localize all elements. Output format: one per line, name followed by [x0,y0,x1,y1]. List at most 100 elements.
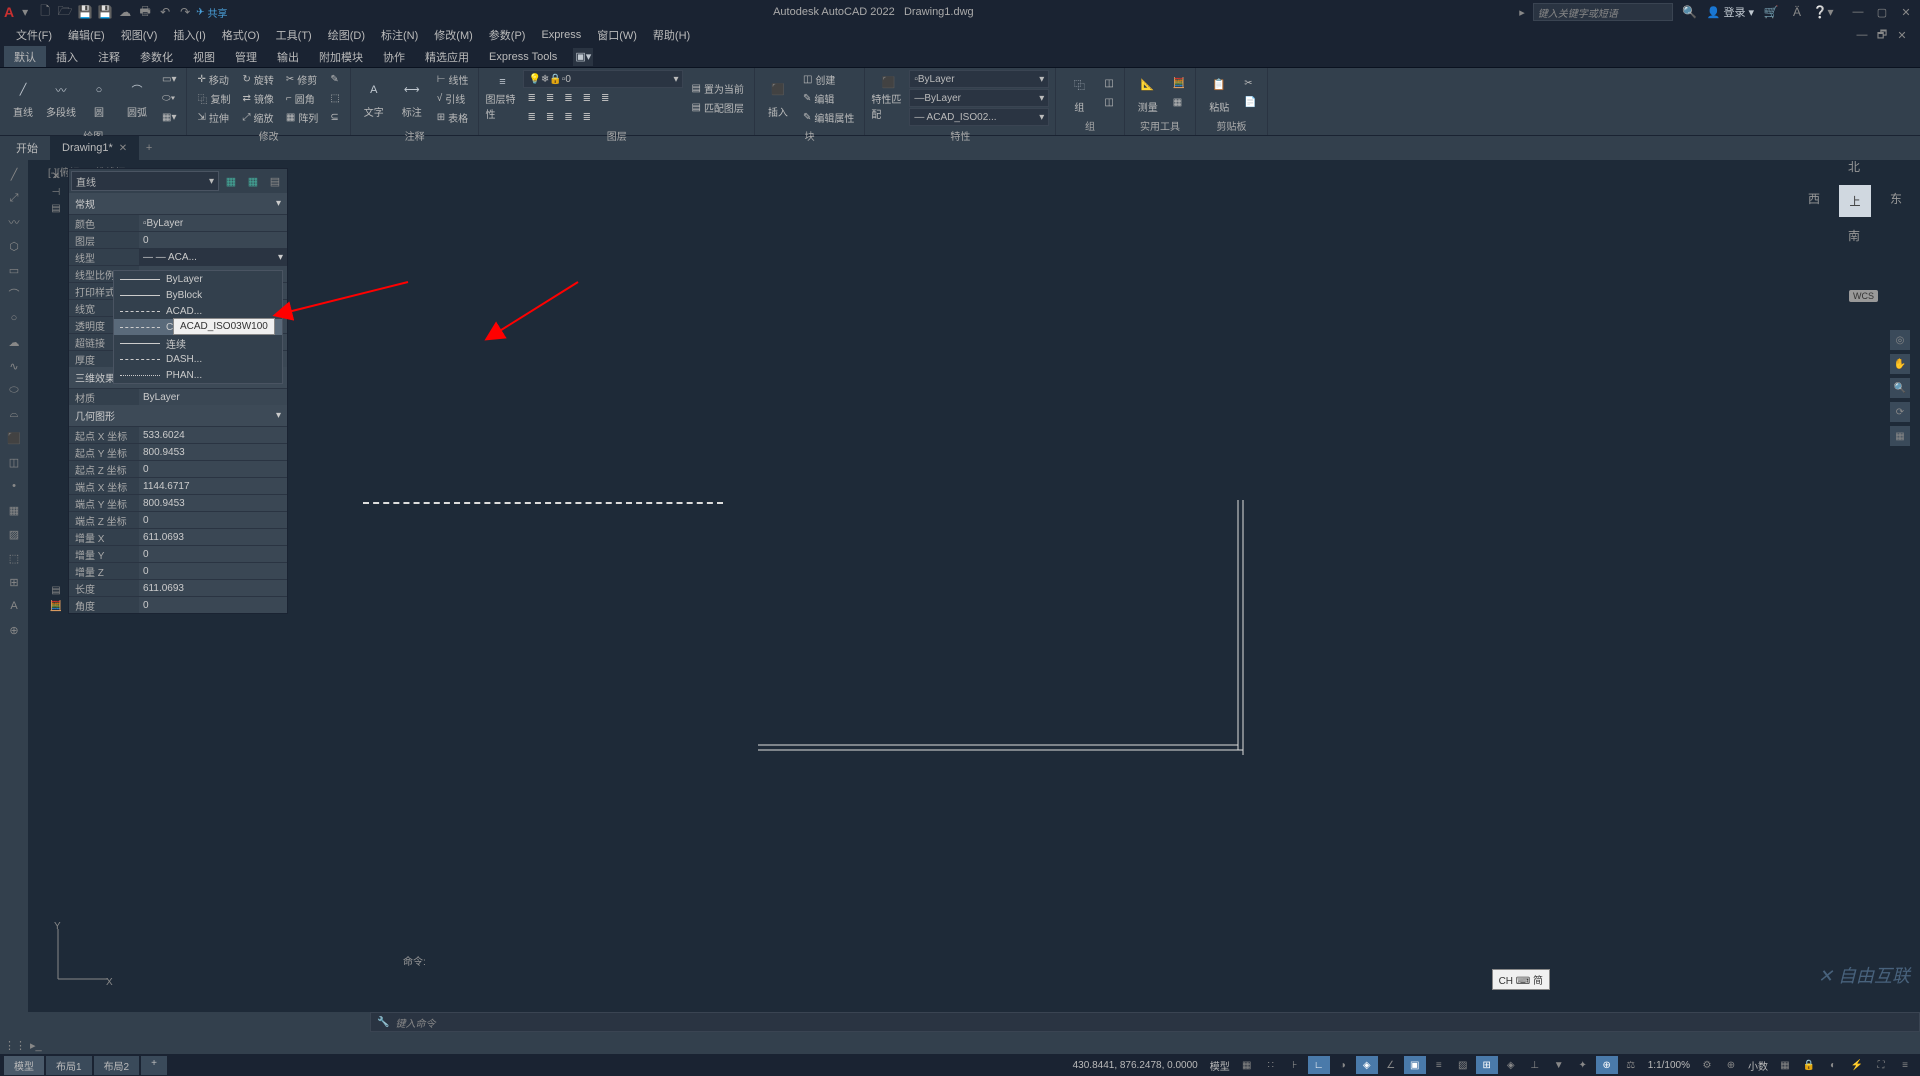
group-tool-1[interactable]: ◫ [1100,75,1117,93]
prop-linetype-value[interactable]: — — ACA...▾ [139,249,287,265]
props-options-button[interactable]: ▤ [49,201,63,215]
ribbon-tab-parametric[interactable]: 参数化 [130,46,183,67]
menu-draw[interactable]: 绘图(D) [320,24,373,46]
command-input[interactable]: 🔧 键入命令 [370,1012,1920,1032]
setcurrent-button[interactable]: ▤ 置为当前 [687,80,747,98]
doc-restore-button[interactable]: 🗗 [1872,26,1892,44]
cmd-settings-icon[interactable]: 🔧 [377,1017,389,1028]
layer-tool-9[interactable]: ≣ [579,108,595,126]
matchprops-button[interactable]: ⬛特性匹配 [871,75,905,121]
dim-button[interactable]: ⟷标注 [395,75,429,121]
props-object-selector[interactable]: 直线▾ [71,171,219,191]
status-isolate[interactable]: ◐ [1822,1056,1844,1074]
drawing-canvas[interactable]: [-][俯视][二维线框] ✕ ⊣ ▤ 直线▾ ▦ ▦ ▤ 常规▾ 颜色▫ By… [28,160,1920,1012]
status-3dosnap[interactable]: ◈ [1500,1056,1522,1074]
doc-minimize-button[interactable]: — [1852,26,1872,44]
ribbon-tab-collab[interactable]: 协作 [373,46,415,67]
qat-save-icon[interactable]: 💾 [76,3,94,21]
status-dynamic-ucs[interactable]: ⊥ [1524,1056,1546,1074]
menu-param[interactable]: 参数(P) [481,24,534,46]
status-gizmo[interactable]: ✦ [1572,1056,1594,1074]
prop-startz-value[interactable]: 0 [139,461,287,477]
status-tab-layout1[interactable]: 布局1 [46,1056,92,1075]
qat-plot-icon[interactable]: 🖶 [136,3,154,21]
qat-new-icon[interactable]: ▾ [16,3,34,21]
group-tool-2[interactable]: ◫ [1100,94,1117,112]
nav-pan[interactable]: ✋ [1890,354,1910,374]
explode-button[interactable]: ⬚ [326,89,343,107]
search-icon[interactable]: 🔍 [1681,3,1699,21]
text-button[interactable]: A文字 [357,75,391,121]
layer-tool-4[interactable]: ≣ [579,89,595,107]
tool-rect[interactable]: ▭ [2,259,26,281]
nav-wheel[interactable]: ◎ [1890,330,1910,350]
tool-arc[interactable]: ⌒ [2,283,26,305]
stretch-button[interactable]: ⇲ 拉伸 [193,108,234,126]
drawing-dashed-line[interactable] [363,502,723,504]
login-button[interactable]: 👤 登录 ▾ [1707,4,1754,20]
rectangle-button[interactable]: ▭▾ [158,70,180,88]
status-lock-ui[interactable]: 🔒 [1798,1056,1820,1074]
move-button[interactable]: ✛ 移动 [193,70,234,88]
status-model-label[interactable]: 模型 [1206,1058,1234,1073]
layer-tool-1[interactable]: ≣ [523,89,539,107]
props-section-geometry[interactable]: 几何图形▾ [69,405,287,426]
mirror-button[interactable]: ⇄ 镜像 [238,89,277,107]
tool-insertblock[interactable]: ⬛ [2,427,26,449]
viewcube-north[interactable]: 北 [1848,158,1860,175]
ribbon-expand-button[interactable]: ▣▾ [573,48,593,66]
erase-button[interactable]: ✎ [326,70,343,88]
linetype-byblock[interactable]: ByBlock [114,287,282,303]
menu-file[interactable]: 文件(F) [8,24,60,46]
fillet-button[interactable]: ⌐ 圆角 [282,89,322,107]
menu-dim[interactable]: 标注(N) [373,24,426,46]
status-otrack[interactable]: ∠ [1380,1056,1402,1074]
status-tab-add[interactable]: + [141,1056,167,1075]
menu-view[interactable]: 视图(V) [113,24,166,46]
linetype-continuous[interactable]: 连续 [114,335,282,351]
ribbon-tab-view[interactable]: 视图 [183,46,225,67]
ribbon-tab-annotate[interactable]: 注释 [88,46,130,67]
status-workspace[interactable]: ⚙ [1696,1056,1718,1074]
tool-polygon[interactable]: ⬡ [2,235,26,257]
cart-icon[interactable]: 🛒 [1762,3,1780,21]
viewcube-west[interactable]: 西 [1808,190,1820,207]
status-snap[interactable]: ∷ [1260,1056,1282,1074]
tool-table[interactable]: ⊞ [2,571,26,593]
array-button[interactable]: ▦ 阵列 [282,108,322,126]
status-lineweight[interactable]: ≡ [1428,1056,1450,1074]
props-section-general[interactable]: 常规▾ [69,193,287,214]
ribbon-tab-manage[interactable]: 管理 [225,46,267,67]
tool-polyline[interactable]: 〰 [2,211,26,233]
leader-button[interactable]: √ 引线 [433,89,473,107]
insert-button[interactable]: ⬛插入 [761,75,795,121]
app-icon[interactable]: Ä [1788,3,1806,21]
status-tab-layout2[interactable]: 布局2 [94,1056,140,1075]
edit-block-button[interactable]: ✎ 编辑 [799,89,858,107]
status-autoscale[interactable]: ⚖ [1620,1056,1642,1074]
nav-zoom[interactable]: 🔍 [1890,378,1910,398]
linetype-dashed[interactable]: DASH... [114,351,282,367]
ribbon-tab-express[interactable]: Express Tools [479,46,567,67]
status-osnap[interactable]: ▣ [1404,1056,1426,1074]
status-selection-filter[interactable]: ▼ [1548,1056,1570,1074]
util-tool-2[interactable]: ▦ [1169,94,1189,112]
ribbon-tab-output[interactable]: 输出 [267,46,309,67]
nav-orbit[interactable]: ⟳ [1890,402,1910,422]
tool-revcloud[interactable]: ☁ [2,331,26,353]
tab-start[interactable]: 开始 [4,136,50,160]
ribbon-tab-insert[interactable]: 插入 [46,46,88,67]
tool-gradient[interactable]: ▨ [2,523,26,545]
menu-modify[interactable]: 修改(M) [426,24,481,46]
prop-layer-value[interactable]: 0 [139,232,287,248]
status-annotation-visibility[interactable]: ⊕ [1596,1056,1618,1074]
qat-undo-icon[interactable]: ↶ [156,3,174,21]
arc-button[interactable]: ⌒圆弧 [120,75,154,121]
tool-line[interactable]: ╱ [2,163,26,185]
hatch-button[interactable]: ▦▾ [158,108,180,126]
create-block-button[interactable]: ◫ 创建 [799,70,858,88]
tool-xline[interactable]: ⤢ [2,187,26,209]
props-pim-button[interactable]: ▤ [49,583,63,597]
linear-button[interactable]: ⊢ 线性 [433,70,473,88]
doc-close-button[interactable]: ✕ [1892,26,1912,44]
